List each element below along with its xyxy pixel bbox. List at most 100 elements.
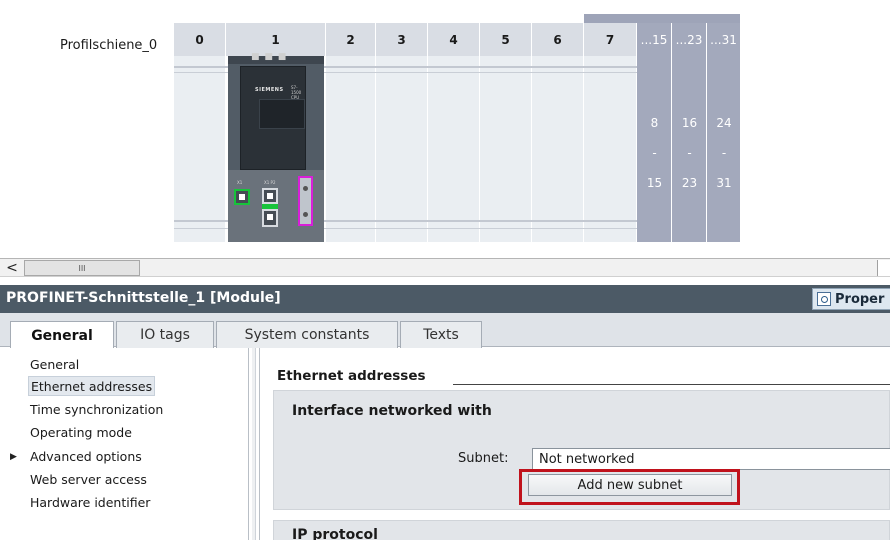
expand-arrow-icon[interactable]: ▶: [10, 452, 17, 462]
inspector-title: PROFINET-Schnittstelle_1 [Module]: [6, 290, 281, 306]
nav-item-ethernet-addresses[interactable]: Ethernet addresses: [28, 376, 156, 396]
port-socket: [267, 214, 273, 220]
nav-item-time-synchronization[interactable]: Time synchronization: [28, 399, 165, 419]
properties-icon: [817, 292, 831, 306]
range-header-label: ...23: [675, 32, 703, 47]
add-new-subnet-label: Add new subnet: [577, 477, 683, 493]
cpu-status-leds: ■ ■ ■: [251, 52, 288, 62]
slot-number: 5: [501, 32, 510, 47]
nav-item-label: Advanced options: [30, 448, 142, 464]
slot-header-4[interactable]: 4: [428, 23, 480, 56]
add-new-subnet-button[interactable]: Add new subnet: [528, 474, 732, 496]
cpu-model-label: S7-1500 CPU: [291, 85, 305, 100]
rail-line: [174, 228, 228, 229]
rail-line: [324, 72, 637, 73]
scroll-left-icon[interactable]: <: [3, 260, 21, 276]
cpu-brand-logo: SIEMENS: [255, 87, 284, 93]
slot-number: 3: [397, 32, 406, 47]
properties-button-label: Proper: [835, 291, 885, 307]
tab-texts[interactable]: Texts: [400, 321, 482, 348]
range-separator: -: [721, 146, 727, 160]
cpu-display: [259, 99, 305, 129]
range-start-label: 16: [681, 116, 698, 130]
tab-label: Texts: [423, 327, 459, 343]
slot-6[interactable]: [532, 56, 584, 242]
tab-io-tags[interactable]: IO tags: [116, 321, 214, 348]
nav-item-label: General: [30, 356, 80, 372]
nav-splitter[interactable]: [248, 348, 260, 540]
ethernet-port-p1[interactable]: [262, 188, 278, 204]
inspector-tabs: General IO tags System constants Texts: [0, 313, 890, 349]
slot-header-6[interactable]: 6: [532, 23, 584, 56]
slot-2[interactable]: [326, 56, 376, 242]
port-socket: [267, 193, 273, 199]
nav-item-web-server-access[interactable]: Web server access: [28, 469, 149, 489]
slot-number: 7: [605, 32, 615, 47]
rail-line: [174, 72, 228, 73]
profinet-interface-port-x1[interactable]: [234, 189, 250, 205]
scrollbar-right-edge: [877, 260, 890, 276]
nav-item-label: Operating mode: [30, 424, 132, 440]
rail-name: Profilschiene_0: [60, 38, 158, 53]
tab-label: IO tags: [140, 327, 190, 343]
range-separator: -: [687, 146, 692, 160]
range-header-label: ...31: [710, 32, 737, 47]
interface-networked-panel: Interface networked with Subnet: Not net…: [273, 390, 890, 510]
nav-item-label: Time synchronization: [30, 401, 164, 417]
inspector-content: Ethernet addresses Interface networked w…: [261, 348, 890, 540]
ethernet-port-p2[interactable]: [262, 209, 278, 227]
subnet-value: Not networked: [539, 451, 635, 467]
tab-label: General: [31, 327, 93, 344]
inspector-nav-tree: General Ethernet addresses Time synchron…: [0, 348, 248, 540]
rail-line: [324, 220, 637, 222]
connector-pin: [303, 212, 308, 217]
range-top-bar: [584, 14, 740, 23]
profibus-connector[interactable]: [298, 176, 313, 226]
slot-header-0[interactable]: 0: [174, 23, 226, 56]
rail-line: [174, 220, 228, 222]
nav-item-label: Hardware identifier: [30, 494, 151, 510]
tab-system-constants[interactable]: System constants: [216, 321, 398, 348]
tab-general[interactable]: General: [10, 321, 114, 349]
nav-item-label: Web server access: [30, 471, 147, 487]
slot-number: 6: [553, 32, 562, 47]
range-header-31[interactable]: ...31: [707, 23, 741, 56]
cpu-module[interactable]: ■ ■ ■ SIEMENS S7-1500 CPU X1 X1 P2: [228, 52, 324, 242]
port-label: X1: [237, 180, 243, 185]
section-divider: [453, 384, 890, 385]
slot-3[interactable]: [376, 56, 428, 242]
slot-header-3[interactable]: 3: [376, 23, 428, 56]
scrollbar-thumb[interactable]: III: [24, 260, 140, 276]
slot-header-2[interactable]: 2: [326, 23, 376, 56]
nav-item-advanced-options[interactable]: Advanced options: [28, 446, 144, 466]
splitter-handle: [252, 348, 256, 540]
horizontal-scrollbar[interactable]: < III: [0, 258, 890, 277]
range-start-label: 24: [716, 116, 732, 130]
nav-item-operating-mode[interactable]: Operating mode: [28, 422, 134, 442]
subnet-select[interactable]: Not networked: [532, 448, 890, 470]
nav-item-hardware-identifier[interactable]: Hardware identifier: [28, 492, 152, 512]
range-header-23[interactable]: ...23: [672, 23, 707, 56]
range-separator: -: [652, 146, 657, 160]
nav-item-general[interactable]: General: [28, 354, 81, 374]
slot-number: 1: [271, 32, 280, 47]
inspector-title-bar: PROFINET-Schnittstelle_1 [Module] Proper: [0, 285, 890, 313]
nav-item-label: Ethernet addresses: [31, 378, 153, 394]
rail-line: [324, 66, 637, 68]
range-header-label: ...15: [640, 32, 668, 47]
properties-button[interactable]: Proper: [812, 288, 890, 310]
slot-4[interactable]: [428, 56, 480, 242]
slot-7[interactable]: [584, 56, 637, 242]
port-link-indicator: [262, 204, 278, 209]
slot-header-5[interactable]: 5: [480, 23, 532, 56]
slot-header-7[interactable]: 7: [584, 23, 637, 56]
range-header-15[interactable]: ...15: [637, 23, 672, 56]
range-end-label: 15: [646, 176, 663, 190]
port-socket: [239, 194, 245, 200]
panel-title: IP protocol: [292, 527, 378, 540]
tab-label: System constants: [244, 327, 370, 343]
slot-5[interactable]: [480, 56, 532, 242]
rail-line: [174, 66, 228, 68]
cpu-model-line1: S7-1500: [291, 85, 302, 95]
slot-0[interactable]: [174, 56, 226, 242]
